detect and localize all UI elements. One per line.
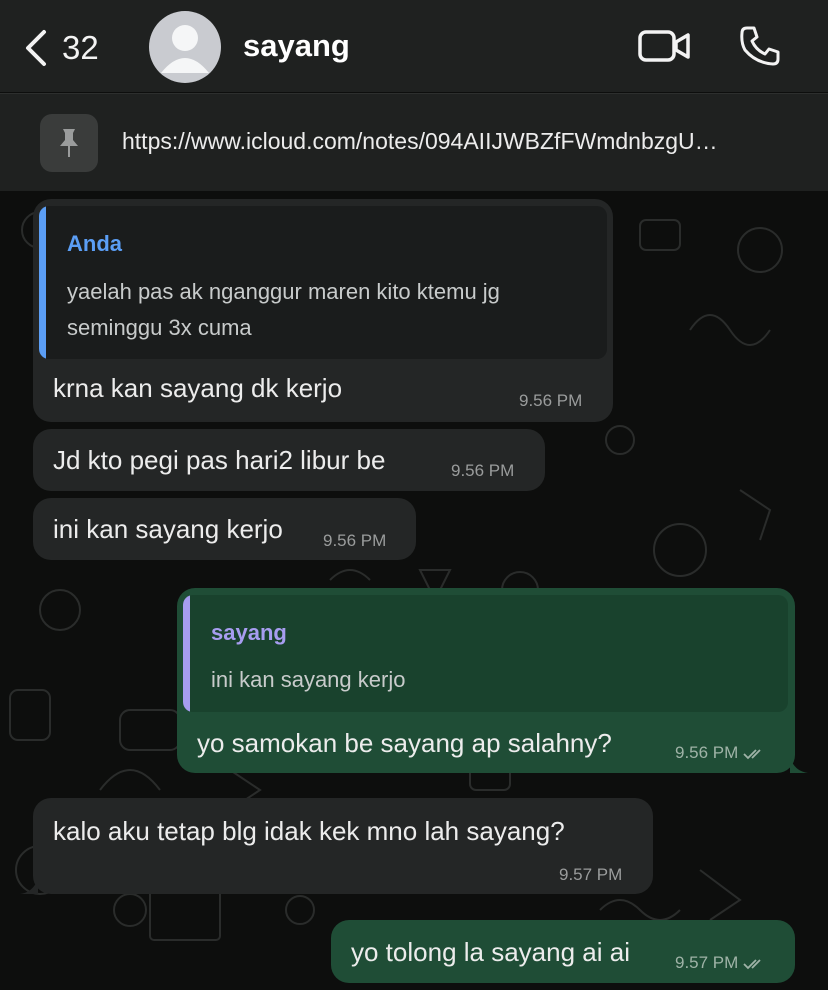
message-time: 9.56 PM [519,391,583,410]
avatar[interactable] [149,11,221,83]
quote-line: ini kan sayang kerjo [211,667,406,692]
phone-icon [740,26,780,66]
video-camera-icon [638,30,690,62]
message-bubble-incoming[interactable]: Jd kto pegi pas hari2 libur be 9.56 PM [33,429,545,491]
message-text: yo samokan be sayang ap salahny? [197,728,612,758]
quote-line: yaelah pas ak nganggur maren kito ktemu … [67,279,500,304]
message-time: 9.56 PM [323,531,387,550]
quote-accent-bar [39,206,46,359]
quote-line: seminggu 3x cuma [67,315,252,340]
bubble-tail [20,878,38,894]
message-bubble-incoming[interactable]: kalo aku tetap blg idak kek mno lah saya… [33,798,653,894]
voice-call-button[interactable] [738,24,782,68]
message-text: Jd kto pegi pas hari2 libur be [53,445,386,475]
message-bubble-outgoing[interactable]: sayang ini kan sayang kerjo yo samokan b… [177,588,795,773]
message-bubble-incoming[interactable]: Anda yaelah pas ak nganggur maren kito k… [33,199,613,422]
chevron-left-icon [26,30,46,66]
double-check-icon [743,748,761,759]
message-time: 9.56 PM [451,461,515,480]
message-text: ini kan sayang kerjo [53,514,283,544]
bubble-tail [790,757,808,773]
message-bubble-outgoing[interactable]: yo tolong la sayang ai ai 9.57 PM [331,920,795,983]
unread-count: 32 [62,29,99,66]
message-bubble-incoming[interactable]: ini kan sayang kerjo 9.56 PM [33,498,416,560]
message-text: yo tolong la sayang ai ai [351,937,630,967]
contact-name[interactable]: sayang [243,28,350,64]
quote-author: Anda [67,231,122,256]
back-button[interactable]: 32 [24,28,114,68]
message-text: krna kan sayang dk kerjo [53,373,343,403]
double-check-icon [743,958,761,969]
quote-accent-bar [183,595,190,712]
message-text: kalo aku tetap blg idak kek mno lah saya… [53,816,565,846]
message-time: 9.57 PM [675,953,767,973]
pinned-message-bar[interactable]: https://www.icloud.com/notes/094AIIJWBZf… [0,93,828,191]
message-time-text: 9.57 PM [675,953,739,972]
quote-author: sayang [211,620,287,645]
message-time: 9.57 PM [559,865,623,884]
quoted-message[interactable]: Anda yaelah pas ak nganggur maren kito k… [39,206,607,359]
pin-icon [60,129,78,157]
person-icon [161,25,209,73]
quoted-message[interactable]: sayang ini kan sayang kerjo [183,595,788,712]
message-time-text: 9.56 PM [675,743,739,762]
chat-header: 32 sayang [0,0,828,92]
video-call-button[interactable] [638,26,692,66]
pinned-link-text: https://www.icloud.com/notes/094AIIJWBZf… [122,128,718,154]
pin-icon-box [40,114,98,172]
message-time: 9.56 PM [675,743,767,763]
